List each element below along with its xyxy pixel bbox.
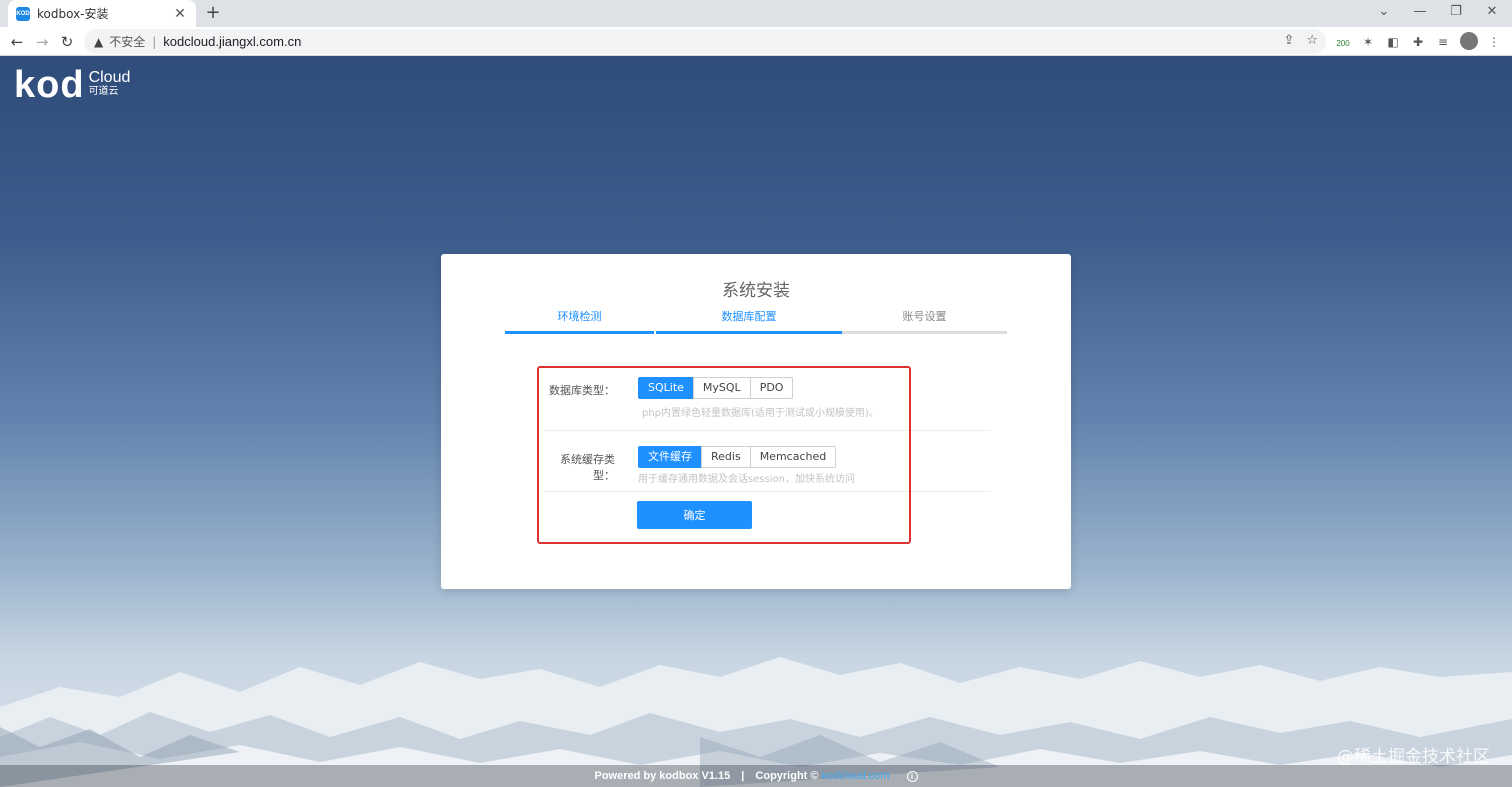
warning-icon[interactable]: ▲ <box>94 35 103 49</box>
step-bar <box>842 331 1007 334</box>
bookmark-star-icon[interactable]: ☆ <box>1306 33 1318 48</box>
browser-toolbar: ← → ↻ ▲ 不安全 | kodcloud.jiangxl.com.cn ⇪ … <box>0 27 1512 56</box>
menu-icon[interactable]: ⋮ <box>1484 32 1504 52</box>
reading-list-icon[interactable]: ≡ <box>1433 32 1453 52</box>
step-db-config[interactable]: 数据库配置 <box>656 308 842 334</box>
step-env-check[interactable]: 环境检测 <box>505 308 654 334</box>
cache-option-redis[interactable]: Redis <box>701 446 751 468</box>
footer-divider: | <box>741 770 745 782</box>
browser-tabstrip: KOD kodbox-安装 ✕ + ⌄ — ❐ ✕ <box>0 0 1512 27</box>
tab-search-icon[interactable]: ⌄ <box>1366 0 1402 27</box>
db-option-mysql[interactable]: MySQL <box>692 377 751 399</box>
back-icon[interactable]: ← <box>6 31 28 53</box>
cache-type-label: 系统缓存类型： <box>560 453 615 482</box>
db-type-group: SQLite MySQL PDO <box>638 377 794 399</box>
minimize-button[interactable]: — <box>1402 0 1438 27</box>
divider <box>543 491 991 492</box>
kodcloud-link[interactable]: kodcloud.com <box>822 770 890 782</box>
page-footer: Powered by kodbox V1.15 | Copyright © ko… <box>0 765 1512 787</box>
db-type-hint: php内置绿色轻量数据库(适用于测试或小规模使用)。 <box>642 408 879 419</box>
kodcloud-logo: kod Cloud 可道云 <box>14 64 131 106</box>
db-option-sqlite[interactable]: SQLite <box>638 377 694 399</box>
step-label: 数据库配置 <box>721 310 777 323</box>
close-window-button[interactable]: ✕ <box>1474 0 1510 27</box>
maximize-button[interactable]: ❐ <box>1438 0 1474 27</box>
step-bar <box>656 331 842 334</box>
extension-badge-icon[interactable]: 200 <box>1333 32 1353 52</box>
cache-option-file[interactable]: 文件缓存 <box>638 446 702 468</box>
copyright: Copyright © <box>755 770 819 782</box>
browser-tab[interactable]: KOD kodbox-安装 ✕ <box>8 0 196 27</box>
insecure-label: 不安全 <box>109 35 146 49</box>
logo-brand: kod <box>14 64 85 106</box>
info-icon[interactable]: i <box>906 771 918 782</box>
db-option-pdo[interactable]: PDO <box>749 377 794 399</box>
watermark: @稀土掘金技术社区 <box>1337 747 1490 767</box>
step-label: 账号设置 <box>902 310 947 323</box>
address-separator: | <box>152 34 157 49</box>
address-bar[interactable]: ▲ 不安全 | kodcloud.jiangxl.com.cn ⇪ ☆ <box>84 29 1326 54</box>
logo-cloud: Cloud <box>88 69 131 86</box>
extension-icon-2[interactable]: ◧ <box>1383 32 1403 52</box>
step-account[interactable]: 账号设置 <box>842 308 1007 334</box>
favicon-icon: KOD <box>16 6 30 21</box>
profile-avatar[interactable] <box>1460 32 1478 50</box>
share-icon[interactable]: ⇪ <box>1283 33 1294 48</box>
db-type-label: 数据库类型： <box>549 384 615 397</box>
new-tab-button[interactable]: + <box>202 2 224 24</box>
cache-option-memcached[interactable]: Memcached <box>749 446 837 468</box>
close-icon[interactable]: ✕ <box>172 6 188 22</box>
forward-icon[interactable]: → <box>31 31 53 53</box>
cache-type-group: 文件缓存 Redis Memcached <box>638 446 837 468</box>
powered-by: Powered by kodbox V1.15 <box>594 770 731 782</box>
install-steps: 环境检测 数据库配置 账号设置 <box>505 308 1007 334</box>
install-page: kod Cloud 可道云 系统安装 环境检测 数据库配置 账号设置 数据库类型… <box>0 56 1512 787</box>
install-dialog: 系统安装 环境检测 数据库配置 账号设置 数据库类型： SQLite MySQL… <box>441 254 1071 589</box>
page-title: 系统安装 <box>722 281 790 301</box>
extension-icon-1[interactable]: ✶ <box>1358 32 1378 52</box>
mountain-background <box>0 657 1512 787</box>
confirm-button[interactable]: 确定 <box>637 501 752 529</box>
step-bar <box>505 331 654 334</box>
divider <box>543 430 991 431</box>
cache-type-hint: 用于缓存通用数据及会话session，加快系统访问 <box>638 474 856 485</box>
step-label: 环境检测 <box>557 310 602 323</box>
reload-icon[interactable]: ↻ <box>56 31 78 53</box>
url-text[interactable]: kodcloud.jiangxl.com.cn <box>163 34 301 49</box>
logo-cn: 可道云 <box>88 86 119 97</box>
puzzle-icon[interactable]: ✚ <box>1408 32 1428 52</box>
tab-title: kodbox-安装 <box>37 7 109 21</box>
